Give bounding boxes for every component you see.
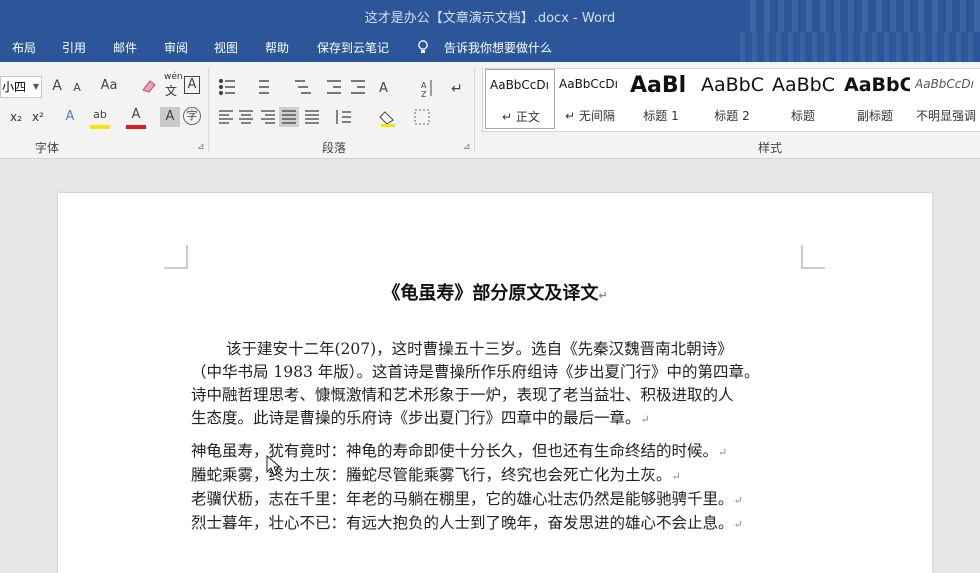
style-name: 标题 2	[714, 109, 750, 123]
styles-gallery: AaBbCcDı ↵ 正文 AaBbCcDı ↵ 无间隔 AaBl 标题 1 A…	[482, 68, 980, 132]
style-name: 标题	[790, 109, 815, 123]
tab-mailings[interactable]: 邮件	[113, 39, 137, 56]
tab-help[interactable]: 帮助	[265, 39, 289, 56]
enclose-char-button[interactable]: 字	[183, 107, 201, 125]
tab-layout[interactable]: 布局	[12, 39, 36, 56]
superscript-button[interactable]: x²	[32, 108, 44, 126]
style-heading-2[interactable]: AaBbC 标题 2	[697, 69, 767, 129]
style-name: 副标题	[856, 109, 893, 123]
style-name: ↵ 无间隔	[565, 109, 615, 123]
style-name: 不明显强调	[915, 109, 976, 123]
intro-paragraph: 该于建安十二年(207)，这时曹操五十三岁。选自《先秦汉魏晋南北朝诗》 （中华书…	[191, 338, 811, 431]
grow-font-button[interactable]: A	[47, 76, 67, 96]
style-preview: AaBbCcDı	[490, 78, 549, 92]
svg-text:↵: ↵	[451, 81, 463, 97]
font-dialog-launcher-icon[interactable]: ⊿	[197, 142, 205, 152]
style-normal[interactable]: AaBbCcDı ↵ 正文	[485, 69, 555, 129]
paragraph-top-row-icons[interactable]: A A Z ↵	[217, 76, 467, 98]
font-color-button[interactable]: A	[126, 105, 146, 129]
intro-line-last: 生态度。此诗是曹操的乐府诗《步出夏门行》四章中的最后一章。↵	[191, 409, 650, 427]
verse-line: 烈士暮年，壮心不已：有远大抱负的人士到了晚年，奋发思进的雄心不会止息。↵	[191, 514, 743, 532]
paragraph-group-label: 段落	[322, 141, 347, 155]
text-effects-button[interactable]: A	[60, 107, 80, 127]
styles-group-label: 样式	[758, 141, 783, 155]
style-preview: AaBbCcDı	[559, 77, 618, 91]
clear-formatting-icon[interactable]	[140, 78, 158, 94]
chevron-down-icon: ▼	[32, 82, 39, 91]
shrink-font-button[interactable]: A	[67, 78, 87, 98]
mouse-cursor-icon	[266, 455, 282, 476]
style-name: 标题 1	[643, 109, 679, 123]
font-group-label: 字体	[35, 141, 60, 155]
style-no-spacing[interactable]: AaBbCcDı ↵ 无间隔	[555, 69, 625, 129]
tab-save-to-cloud-notes[interactable]: 保存到云笔记	[317, 39, 389, 56]
style-preview: AaBbCcDı	[915, 77, 974, 91]
menu-decoration	[740, 32, 980, 62]
style-title[interactable]: AaBbC 标题	[768, 69, 838, 129]
verse-line: 螣蛇乘雾，终为土灰：螣蛇尽管能乘雾飞行，终究也会死亡化为土灰。↵	[191, 466, 681, 484]
margin-corner-mark	[164, 245, 188, 269]
tab-references[interactable]: 引用	[62, 39, 86, 56]
lightbulb-icon[interactable]	[417, 40, 429, 55]
highlight-button[interactable]: ab	[90, 105, 110, 129]
svg-text:A: A	[421, 81, 427, 90]
svg-text:Z: Z	[421, 90, 427, 98]
style-subtle-emphasis[interactable]: AaBbCcDı 不明显强调	[911, 69, 980, 129]
style-heading-1[interactable]: AaBl 标题 1	[626, 69, 696, 129]
paragraph-bottom-row-icons[interactable]	[217, 106, 457, 128]
title-bar: 这才是办公【文章演示文档】.docx - Word	[0, 0, 980, 32]
font-size-combo[interactable]: 小四 ▼	[0, 76, 42, 98]
title-decoration	[750, 0, 980, 32]
style-preview: AaBl	[630, 73, 687, 98]
tab-review[interactable]: 审阅	[164, 39, 188, 56]
style-preview: AaBbC	[844, 74, 910, 96]
style-preview: AaBbC	[701, 74, 765, 96]
phonetic-guide-bottom[interactable]: 文	[165, 82, 177, 100]
char-border-button[interactable]: A	[184, 76, 200, 94]
intro-line: 诗中融哲理思考、慷慨激情和艺术形象于一炉，表现了老当益壮、积极进取的人	[191, 386, 734, 404]
tab-view[interactable]: 视图	[214, 39, 238, 56]
intro-line: 该于建安十二年(207)，这时曹操五十三岁。选自《先秦汉魏晋南北朝诗》	[226, 340, 733, 358]
style-preview: AaBbC	[772, 74, 836, 96]
document-title: 《龟虽寿》部分原文及译文↵	[382, 283, 608, 304]
phonetic-guide-top[interactable]: wén	[164, 72, 183, 82]
group-separator	[474, 68, 475, 152]
ribbon-tabs: 布局 引用 邮件 审阅 视图 帮助 保存到云笔记 告诉我你想要做什么	[0, 32, 980, 62]
tell-me-search[interactable]: 告诉我你想要做什么	[444, 39, 552, 56]
style-subtitle[interactable]: AaBbC 副标题	[840, 69, 910, 129]
svg-text:A: A	[379, 81, 388, 96]
verse-line: 老骥伏枥，志在千里：年老的马躺在棚里，它的雄心壮志仍然是能够驰骋千里。↵	[191, 490, 743, 508]
ribbon: 小四 ▼ A A Aa wén 文 A x₂ x² A ab A A 字 字体 …	[0, 62, 980, 159]
font-size-value: 小四	[2, 80, 27, 94]
group-separator	[208, 68, 209, 152]
change-case-button[interactable]: Aa	[96, 76, 122, 96]
style-name: ↵ 正文	[502, 110, 540, 124]
document-page[interactable]: 《龟虽寿》部分原文及译文↵ 该于建安十二年(207)，这时曹操五十三岁。选自《先…	[58, 193, 932, 573]
verse-line: 神龟虽寿，犹有竟时：神龟的寿命即使十分长久，但也还有生命终结的时候。↵	[191, 442, 728, 460]
subscript-button[interactable]: x₂	[10, 108, 22, 126]
margin-corner-mark	[801, 245, 825, 269]
intro-line: （中华书局 1983 年版）。这首诗是曹操所作乐府组诗《步出夏门行》中的第四章。	[191, 363, 760, 381]
verse-paragraph: 神龟虽寿，犹有竟时：神龟的寿命即使十分长久，但也还有生命终结的时候。↵ 螣蛇乘雾…	[191, 440, 811, 536]
paragraph-dialog-launcher-icon[interactable]: ⊿	[463, 142, 471, 152]
char-shading-button[interactable]: A	[160, 107, 180, 127]
